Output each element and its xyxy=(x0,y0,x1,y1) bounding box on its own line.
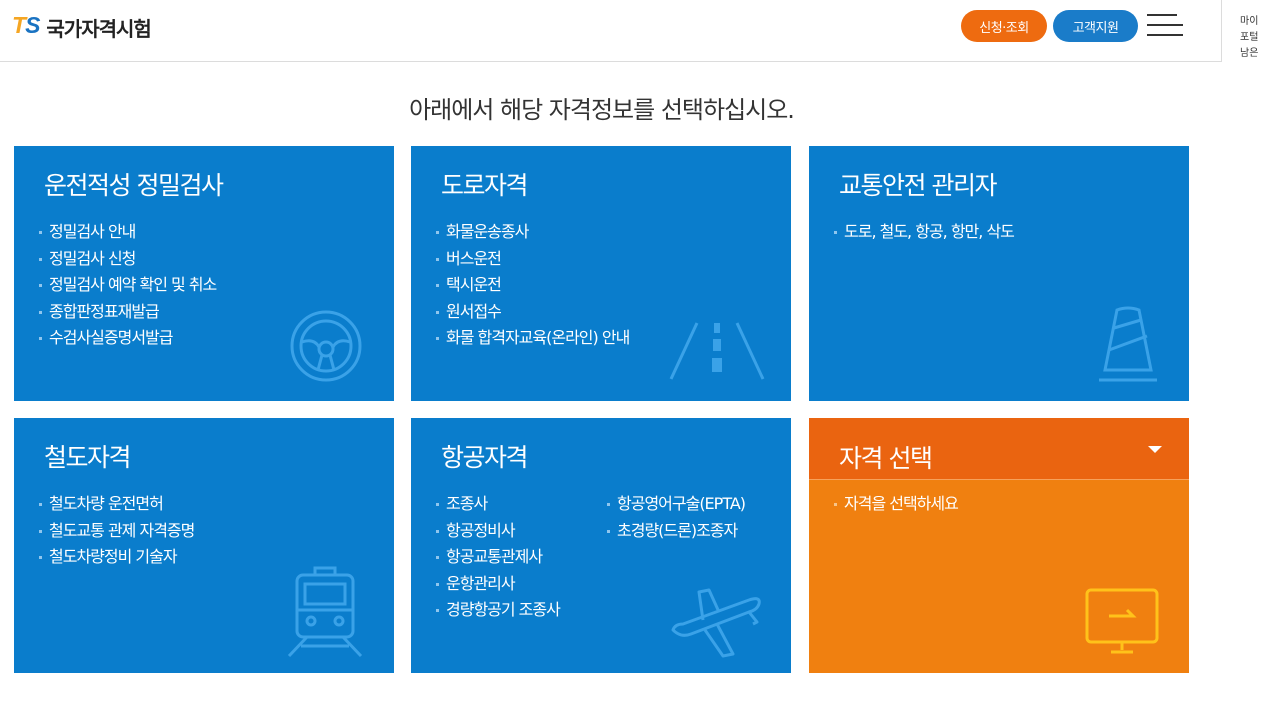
list-item-link[interactable]: 초경량(드론)조종자 xyxy=(607,518,745,545)
side-quick-panel[interactable]: 마이 포털 남은 xyxy=(1221,0,1261,62)
link-list: 정밀검사 안내 정밀검사 신청 정밀검사 예약 확인 및 취소 종합판정표재발급… xyxy=(39,219,217,352)
list-item-link[interactable]: 조종사 xyxy=(436,491,560,518)
list-item-link[interactable]: 버스운전 xyxy=(436,246,629,273)
steering-wheel-icon xyxy=(290,310,362,382)
card-title[interactable]: 운전적성 정밀검사 xyxy=(44,166,224,202)
side-panel-line: 포털 xyxy=(1240,32,1259,43)
site-logo[interactable]: TS 국가자격시험 xyxy=(12,12,152,42)
list-item-link[interactable]: 도로, 철도, 항공, 항만, 삭도 xyxy=(834,219,1015,246)
list-item-link[interactable]: 종합판정표재발급 xyxy=(39,299,216,326)
list-item-link[interactable]: 수검사실증명서발급 xyxy=(39,325,216,352)
link-list: 자격을 선택하세요 xyxy=(834,491,959,518)
link-list: 철도차량 운전면허 철도교통 관제 자격증명 철도차량정비 기술자 xyxy=(39,491,195,571)
list-item-link[interactable]: 화물 합격자교육(온라인) 안내 xyxy=(436,325,630,352)
link-list-right: 항공영어구술(EPTA) 초경량(드론)조종자 xyxy=(607,491,746,545)
list-item-link[interactable]: 항공영어구술(EPTA) xyxy=(607,491,746,518)
card-title[interactable]: 철도자격 xyxy=(44,438,132,474)
card-aviation-qualification: 항공자격 조종사 항공정비사 항공교통관제사 운항관리사 경량항공기 조종사 항… xyxy=(411,418,791,673)
list-item-link[interactable]: 철도차량정비 기술자 xyxy=(39,544,194,571)
card-title: 자격 선택 xyxy=(839,444,933,473)
list-item-link[interactable]: 정밀검사 신청 xyxy=(39,246,216,273)
caret-down-icon[interactable] xyxy=(1148,446,1162,453)
card-road-qualification: 도로자격 화물운송종사 버스운전 택시운전 원서접수 화물 합격자교육(온라인)… xyxy=(411,146,791,401)
road-icon xyxy=(669,322,765,380)
train-icon xyxy=(287,566,363,658)
card-title[interactable]: 교통안전 관리자 xyxy=(839,166,997,202)
list-item-link[interactable]: 운항관리사 xyxy=(436,571,560,598)
list-item-link[interactable]: 정밀검사 예약 확인 및 취소 xyxy=(39,272,217,299)
list-item-link[interactable]: 택시운전 xyxy=(436,272,629,299)
page-headline: 아래에서 해당 자격정보를 선택하십시오. xyxy=(409,96,795,124)
monitor-icon xyxy=(1085,588,1159,654)
ts-logo-mark: TS xyxy=(12,12,41,38)
list-item-link[interactable]: 정밀검사 안내 xyxy=(39,219,216,246)
site-header: TS 국가자격시험 신청·조회 고객지원 마이 포털 남은 xyxy=(0,0,1261,62)
list-item-link[interactable]: 원서접수 xyxy=(436,299,629,326)
link-list-left: 조종사 항공정비사 항공교통관제사 운항관리사 경량항공기 조종사 xyxy=(436,491,561,624)
link-list: 도로, 철도, 항공, 항만, 삭도 xyxy=(834,219,1015,246)
link-list: 화물운송종사 버스운전 택시운전 원서접수 화물 합격자교육(온라인) 안내 xyxy=(436,219,630,352)
list-item-link[interactable]: 항공교통관제사 xyxy=(436,544,560,571)
card-qualification-select: 자격 선택 자격을 선택하세요 xyxy=(809,418,1189,673)
traffic-cone-icon xyxy=(1099,306,1157,382)
airplane-icon xyxy=(671,588,761,658)
list-item-link[interactable]: 항공정비사 xyxy=(436,518,560,545)
card-railway-qualification: 철도자격 철도차량 운전면허 철도교통 관제 자격증명 철도차량정비 기술자 xyxy=(14,418,394,673)
list-item-link[interactable]: 철도차량 운전면허 xyxy=(39,491,194,518)
card-aptitude-test: 운전적성 정밀검사 정밀검사 안내 정밀검사 신청 정밀검사 예약 확인 및 취… xyxy=(14,146,394,401)
customer-support-button[interactable]: 고객지원 xyxy=(1053,10,1138,42)
list-item-link[interactable]: 철도교통 관제 자격증명 xyxy=(39,518,195,545)
site-title: 국가자격시험 xyxy=(46,16,151,41)
card-title[interactable]: 도로자격 xyxy=(441,166,529,202)
list-item-link[interactable]: 화물운송종사 xyxy=(436,219,629,246)
card-title[interactable]: 항공자격 xyxy=(441,438,529,474)
card-traffic-safety-manager: 교통안전 관리자 도로, 철도, 항공, 항만, 삭도 xyxy=(809,146,1189,401)
qualification-select-dropdown[interactable]: 자격 선택 xyxy=(809,418,1189,480)
menu-icon[interactable] xyxy=(1147,13,1183,37)
list-item-link[interactable]: 경량항공기 조종사 xyxy=(436,597,561,624)
apply-inquiry-button[interactable]: 신청·조회 xyxy=(961,10,1047,42)
select-placeholder: 자격을 선택하세요 xyxy=(834,491,959,518)
side-panel-line: 남은 xyxy=(1240,48,1259,59)
side-panel-line: 마이 xyxy=(1240,16,1259,27)
